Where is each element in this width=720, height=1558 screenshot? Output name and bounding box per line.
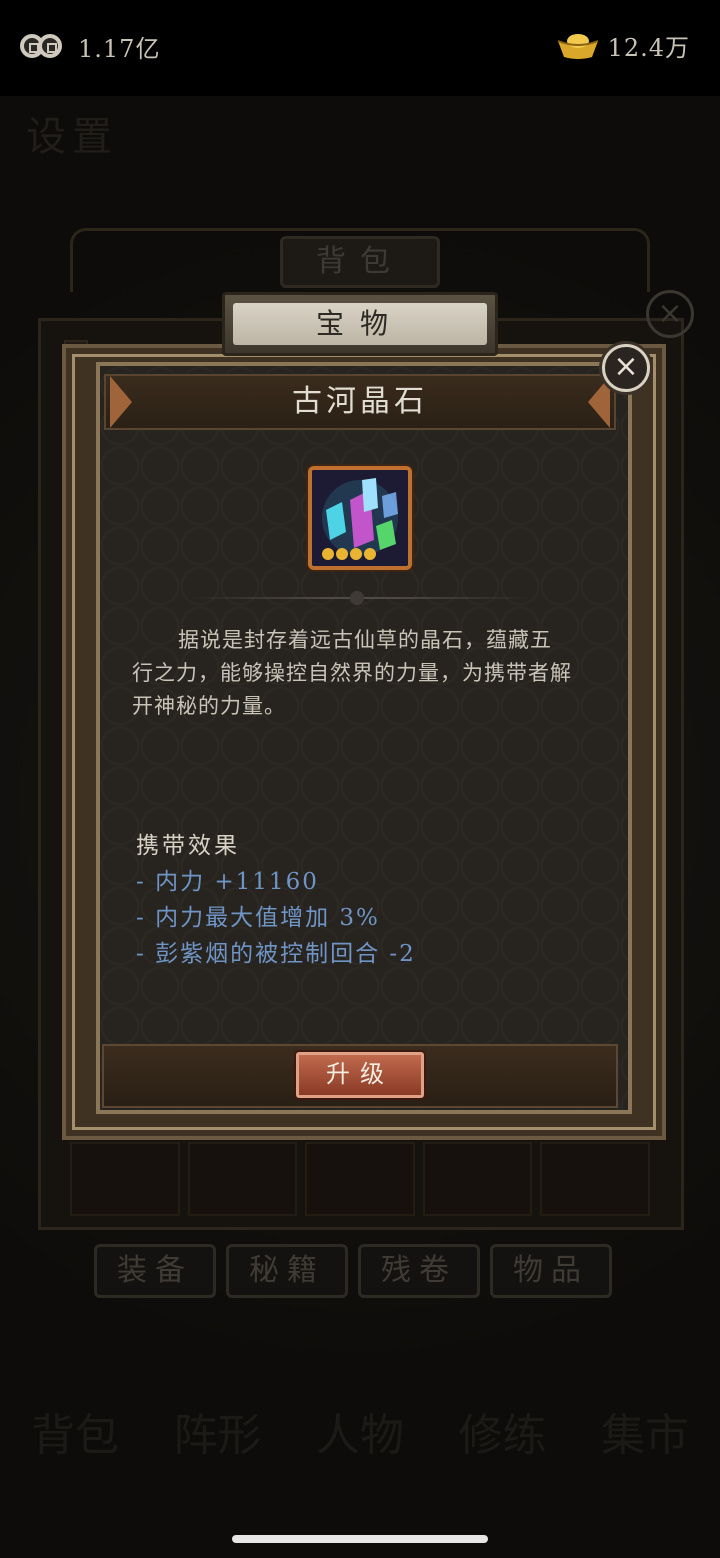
effect-line: - 彭紫烟的被控制回合 -2 <box>136 941 416 967</box>
inventory-item-slot[interactable] <box>305 1142 415 1216</box>
treasure-tab: 宝物 <box>222 292 498 356</box>
nav-training[interactable]: 修练 <box>448 1410 558 1520</box>
coin-amount: 1.17亿 <box>78 34 161 63</box>
effect-line: - 内力最大值增加 3% <box>136 905 380 931</box>
ingot-amount: 12.4万 <box>607 34 690 62</box>
inventory-item-slot[interactable] <box>187 1142 298 1216</box>
settings-label[interactable]: 设置 <box>26 104 118 162</box>
bottom-navigation: 背包 阵形 人物 修练 集市 <box>20 1410 700 1520</box>
inventory-item-slot[interactable] <box>70 1142 180 1216</box>
coin-balance: 1.17亿 <box>20 28 160 64</box>
inventory-item-slot[interactable] <box>422 1142 533 1216</box>
inventory-title: 背包 <box>280 236 440 288</box>
tab-equipment[interactable]: 装备 <box>94 1244 216 1298</box>
inventory-item-row <box>70 1142 650 1216</box>
tab-fragments[interactable]: 残卷 <box>358 1244 480 1298</box>
nav-characters[interactable]: 人物 <box>305 1410 415 1520</box>
nav-formation[interactable]: 阵形 <box>163 1410 273 1520</box>
treasure-tab-label: 宝物 <box>233 303 487 345</box>
currency-bar: 1.17亿 12.4万 <box>0 0 720 96</box>
inventory-close-icon[interactable]: × <box>646 290 694 338</box>
tab-items[interactable]: 物品 <box>490 1244 612 1298</box>
crystal-item-icon <box>308 466 412 570</box>
coins-icon <box>20 28 72 64</box>
divider-ornament-icon <box>350 591 364 605</box>
upgrade-button[interactable]: 升级 <box>296 1052 424 1098</box>
inventory-item-slot[interactable] <box>540 1142 650 1216</box>
item-title-bar: 古河晶石 <box>104 374 616 430</box>
ingot-balance: 12.4万 <box>556 28 690 63</box>
nav-inventory[interactable]: 背包 <box>20 1410 130 1520</box>
gold-ingot-icon <box>557 33 598 59</box>
effects-heading: 携带效果 <box>136 833 240 859</box>
effect-line: - 内力 +11160 <box>136 869 319 895</box>
tab-manuals[interactable]: 秘籍 <box>226 1244 348 1298</box>
home-indicator[interactable] <box>232 1535 488 1543</box>
nav-market[interactable]: 集市 <box>590 1410 700 1520</box>
item-name: 古河晶石 <box>292 384 428 419</box>
close-button[interactable]: × <box>602 344 650 392</box>
item-description: 据说是封存着远古仙草的晶石，蕴藏五行之力，能够操控自然界的力量，为携带者解开神秘… <box>132 628 572 718</box>
inventory-tabs: 装备 秘籍 残卷 物品 <box>94 1244 612 1298</box>
